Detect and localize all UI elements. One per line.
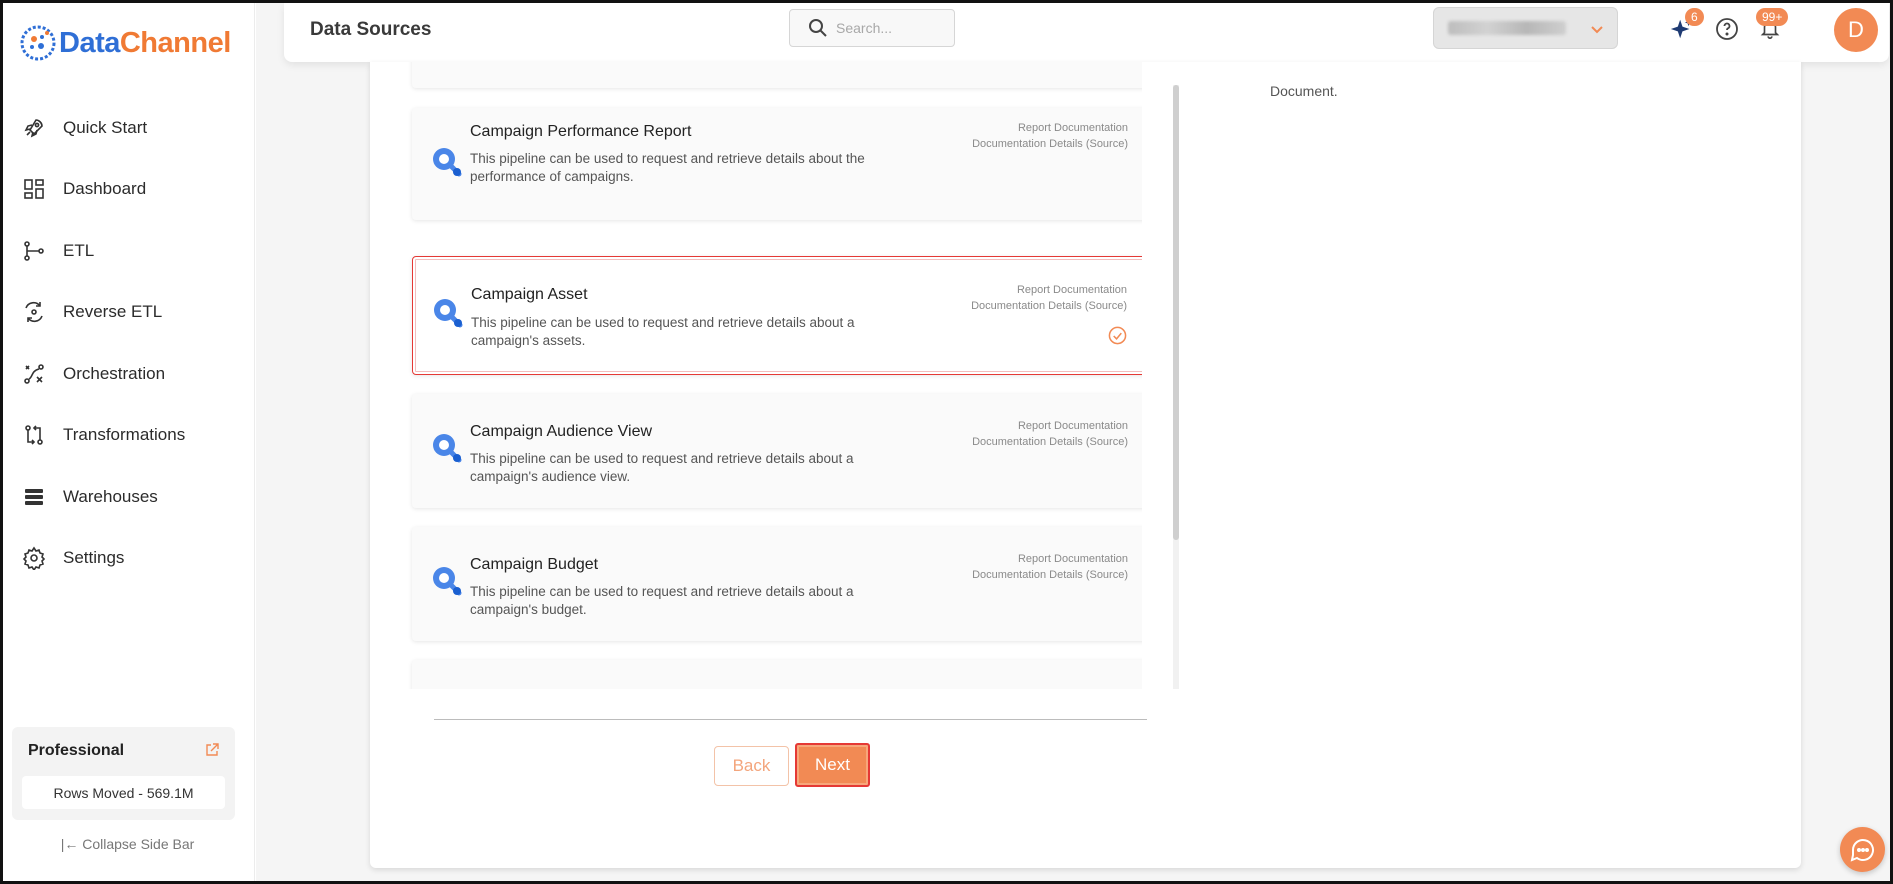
sidebar-item-dashboard[interactable]: Dashboard [0,159,255,221]
workspace-name-redacted [1448,21,1566,35]
workspace-selector[interactable] [1433,7,1618,49]
documentation-details-link[interactable]: Documentation Details (Source) [972,435,1128,451]
documentation-details-link[interactable]: Documentation Details (Source) [972,568,1128,584]
report-documentation-link[interactable]: Report Documentation [971,283,1127,299]
pipeline-description: This pipeline can be used to request and… [470,584,854,617]
list-scrollbar[interactable] [1173,85,1179,689]
pipeline-card-partial-bottom[interactable] [412,660,1142,689]
search-report-icon [433,567,462,596]
report-documentation-link[interactable]: Report Documentation [972,121,1128,137]
dashboard-icon [21,176,47,202]
pipeline-title: Campaign Performance Report [470,123,692,140]
search-input[interactable] [836,20,946,36]
sidebar-item-label: Orchestration [63,363,166,383]
divider [434,719,1147,720]
notifications-button[interactable]: 99+ [1756,8,1789,43]
search-report-icon [434,299,463,328]
plan-title: Professional [28,742,125,759]
pipeline-description: This pipeline can be used to request and… [471,315,855,348]
documentation-details-link[interactable]: Documentation Details (Source) [971,299,1127,315]
etl-icon [21,238,47,264]
check-circle-icon [1108,326,1127,345]
collapse-sidebar-button[interactable]: |← Collapse Side Bar [0,836,255,852]
back-button[interactable]: Back [714,746,789,786]
help-icon [1716,18,1738,40]
sidebar-item-warehouses[interactable]: Warehouses [0,466,255,528]
pipeline-title: Campaign Budget [470,556,599,573]
sidebar-item-label: Settings [63,548,125,568]
chat-support-button[interactable] [1840,827,1885,872]
details-text: Document. [1270,83,1338,99]
scrollbar-thumb[interactable] [1173,85,1179,540]
rocket-icon [21,115,47,141]
content-panel: Campaign Performance Report This pipelin… [370,62,1801,868]
search-box[interactable] [789,9,955,47]
pipeline-links: Report Documentation Documentation Detai… [972,419,1128,450]
sidebar-item-settings[interactable]: Settings [0,528,255,590]
transformations-icon [21,422,47,448]
ai-sparkle-button[interactable]: 6 [1668,8,1704,43]
notifications-badge: 99+ [1756,8,1789,26]
top-header: Data Sources 6 99+ D [284,3,1889,62]
sidebar-item-label: Transformations [63,425,186,445]
logo-text: DataChannel [59,26,231,59]
report-documentation-link[interactable]: Report Documentation [972,552,1128,568]
avatar[interactable]: D [1834,8,1878,52]
search-report-icon [433,434,462,463]
warehouses-icon [21,484,47,510]
sidebar-item-etl[interactable]: ETL [0,220,255,282]
sidebar-item-label: Dashboard [63,179,147,199]
sidebar-item-reverse-etl[interactable]: Reverse ETL [0,282,255,344]
pipeline-links: Report Documentation Documentation Detai… [972,121,1128,152]
sidebar-item-label: Reverse ETL [63,302,163,322]
logo-mark-icon [20,25,56,61]
documentation-details-link[interactable]: Documentation Details (Source) [972,137,1128,153]
pipeline-description: This pipeline can be used to request and… [470,151,865,184]
pipeline-title: Campaign Audience View [470,423,653,440]
sidebar-nav: Quick Start Dashboard ETL Reverse ETL Or… [0,97,255,589]
pipeline-card[interactable]: Campaign Audience View This pipeline can… [412,394,1142,508]
help-button[interactable] [1713,15,1741,43]
external-link-icon[interactable] [205,743,219,757]
pipeline-card[interactable]: Campaign Performance Report This pipelin… [412,108,1142,220]
pipeline-title: Campaign Asset [471,286,588,303]
reverse-etl-icon [21,299,47,325]
pipeline-card-selected[interactable]: Campaign Asset This pipeline can be used… [412,256,1142,375]
pipeline-list: Campaign Performance Report This pipelin… [400,62,1142,689]
pipeline-description: This pipeline can be used to request and… [470,451,854,484]
sidebar-item-orchestration[interactable]: Orchestration [0,343,255,405]
plan-card: Professional Rows Moved - 569.1M [12,727,235,820]
search-report-icon [433,148,462,177]
rows-moved-stat: Rows Moved - 569.1M [22,776,225,809]
sidebar-item-label: ETL [63,240,95,260]
settings-icon [21,545,47,571]
chevron-down-icon [1591,26,1603,34]
page-title: Data Sources [310,19,432,40]
pipeline-card[interactable]: Campaign Budget This pipeline can be use… [412,527,1142,641]
chat-icon [1850,838,1874,862]
ai-badge: 6 [1685,8,1704,26]
next-button[interactable]: Next [795,743,870,787]
orchestration-icon [21,361,47,387]
pipeline-links: Report Documentation Documentation Detai… [971,283,1127,314]
search-icon [809,19,827,37]
report-documentation-link[interactable]: Report Documentation [972,419,1128,435]
sidebar-item-quick-start[interactable]: Quick Start [0,97,255,159]
pipeline-links: Report Documentation Documentation Detai… [972,552,1128,583]
sidebar: DataChannel Quick Start Dashboard ETL Re… [0,0,255,884]
sidebar-item-transformations[interactable]: Transformations [0,405,255,467]
logo[interactable]: DataChannel [20,25,231,61]
pipeline-card-partial-top[interactable] [412,62,1142,88]
sidebar-item-label: Warehouses [63,486,158,506]
sidebar-item-label: Quick Start [63,117,148,137]
